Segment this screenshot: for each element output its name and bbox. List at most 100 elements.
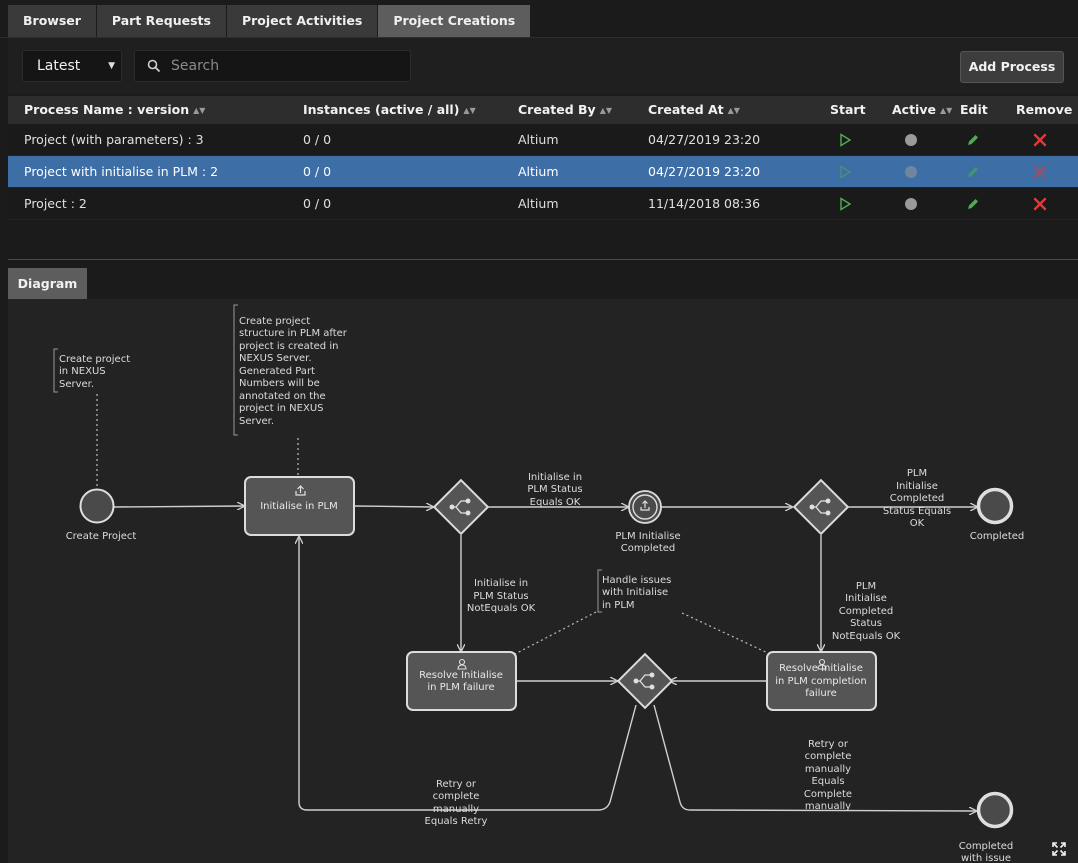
add-process-button[interactable]: Add Process xyxy=(960,51,1064,83)
diagram-canvas: Create project in NEXUS Server. Create p… xyxy=(8,299,1078,863)
edge-label-line: complete xyxy=(805,751,852,762)
table-row[interactable]: Project with initialise in PLM : 2 0 / 0… xyxy=(8,156,1078,188)
sort-icon: ▲▼ xyxy=(599,106,612,115)
header-remove: Remove xyxy=(1016,102,1073,117)
end-event-label: Completed xyxy=(970,531,1025,542)
association-line xyxy=(514,611,597,655)
remove-x-icon[interactable] xyxy=(1033,133,1047,147)
task-label: in PLM completion xyxy=(775,676,867,687)
gateway-completed[interactable] xyxy=(792,478,850,536)
tab-diagram[interactable]: Diagram xyxy=(8,268,87,299)
annotation-create-structure: Create project structure in PLM after pr… xyxy=(239,316,348,427)
annotation-line: Create project xyxy=(59,354,130,365)
annotation-handle-issues: Handle issues with Initialise in PLM xyxy=(602,575,671,611)
edge-label-line: PLM Status xyxy=(527,484,582,495)
edge-label-line: NotEquals OK xyxy=(832,631,901,642)
sort-icon: ▲▼ xyxy=(193,106,206,115)
header-created-by[interactable]: Created By ▲▼ xyxy=(518,96,612,125)
edge-label-line: OK xyxy=(910,518,925,529)
edge-label-line: Initialise in xyxy=(474,578,528,589)
cell-process-name: Project (with parameters) : 3 xyxy=(24,132,204,147)
edge-label-line: manually xyxy=(805,801,851,812)
edge-label-line: PLM Status xyxy=(473,591,528,602)
caret-down-icon: ▼ xyxy=(108,61,115,71)
header-active[interactable]: Active ▲▼ xyxy=(892,96,952,125)
annotation-line: Handle issues xyxy=(602,575,671,586)
end-event-completed[interactable] xyxy=(976,487,1014,525)
edge-label-line: Equals xyxy=(811,776,844,787)
header-edit: Edit xyxy=(960,102,988,117)
pencil-icon[interactable] xyxy=(966,133,980,147)
annotation-line: in NEXUS xyxy=(59,366,106,377)
edge-label-complete-manually: Retry or complete manually Equals Comple… xyxy=(804,739,852,812)
cell-process-name: Project : 2 xyxy=(24,196,87,211)
annotation-line: with Initialise xyxy=(602,587,668,598)
start-event-label: Create Project xyxy=(66,531,137,542)
edge-label-line: Equals OK xyxy=(530,497,581,508)
play-icon[interactable] xyxy=(838,165,852,179)
tab-project-creations[interactable]: Project Creations xyxy=(378,5,532,37)
gateway-retry[interactable] xyxy=(616,652,674,710)
tab-browser[interactable]: Browser xyxy=(8,5,97,37)
annotation-line: Numbers will be xyxy=(239,378,320,389)
flow-line xyxy=(353,506,433,507)
active-status-dot-icon xyxy=(905,134,917,146)
version-select[interactable]: Latest ▼ xyxy=(22,50,122,82)
edge-label-line: Status xyxy=(850,618,882,629)
cell-created-by: Altium xyxy=(518,132,559,147)
cell-instances: 0 / 0 xyxy=(303,132,332,147)
remove-x-icon[interactable] xyxy=(1033,197,1047,211)
intermediate-event-plm-completed[interactable] xyxy=(628,490,662,524)
end-event-completed-with-issue[interactable] xyxy=(976,791,1014,829)
table-row[interactable]: Project : 2 0 / 0 Altium 11/14/2018 08:3… xyxy=(8,188,1078,220)
edge-label-status-ok: Initialise in PLM Status Equals OK xyxy=(527,472,582,508)
edge-label-completed-not-ok: PLM Initialise Completed Status NotEqual… xyxy=(832,581,901,642)
event-label: PLM Initialise xyxy=(615,531,680,542)
task-label: Initialise in PLM xyxy=(260,501,338,512)
tab-project-activities[interactable]: Project Activities xyxy=(226,5,379,37)
start-event[interactable] xyxy=(79,488,115,524)
pencil-icon[interactable] xyxy=(966,197,980,211)
sort-icon: ▲▼ xyxy=(463,106,476,115)
section-divider xyxy=(8,259,1078,260)
edge-label-line: Completed xyxy=(890,493,945,504)
task-label: failure xyxy=(805,688,837,699)
table-header: Process Name : version ▲▼ Instances (acti… xyxy=(8,96,1078,124)
header-created-at[interactable]: Created At ▲▼ xyxy=(648,96,740,125)
fullscreen-expand-icon[interactable] xyxy=(1052,842,1066,856)
edge-label-line: Equals Retry xyxy=(425,816,488,827)
header-instances-label: Instances (active / all) xyxy=(303,102,460,117)
gateway-diamond xyxy=(432,478,490,536)
search-input[interactable] xyxy=(171,51,401,81)
end-event-label: Completed xyxy=(959,841,1014,852)
bpmn-diagram: Create project in NEXUS Server. Create p… xyxy=(53,304,1025,863)
header-instances[interactable]: Instances (active / all) ▲▼ xyxy=(303,96,476,125)
sort-icon: ▲▼ xyxy=(939,106,953,115)
search-box xyxy=(134,50,411,82)
play-icon[interactable] xyxy=(838,133,852,147)
annotation-line: Generated Part xyxy=(239,366,315,377)
edge-label-line: Retry or xyxy=(436,779,477,790)
tab-part-requests[interactable]: Part Requests xyxy=(96,5,227,37)
gateway-status[interactable] xyxy=(432,478,490,536)
gateway-diamond xyxy=(616,652,674,710)
annotation-line: project in NEXUS xyxy=(239,403,324,414)
cell-created-by: Altium xyxy=(518,164,559,179)
table-row[interactable]: Project (with parameters) : 3 0 / 0 Alti… xyxy=(8,124,1078,156)
edge-label-line: Completed xyxy=(839,606,894,617)
version-select-value: Latest xyxy=(37,58,81,74)
task-resolve-initialise[interactable] xyxy=(406,651,517,711)
pencil-icon[interactable] xyxy=(966,165,980,179)
remove-x-icon[interactable] xyxy=(1033,165,1047,179)
flow-line xyxy=(112,506,244,507)
edge-label-line: Initialise in xyxy=(528,472,582,483)
edge-label-line: Initialise xyxy=(896,481,938,492)
annotation-line: structure in PLM after xyxy=(239,328,348,339)
cell-created-at: 04/27/2019 23:20 xyxy=(648,132,761,147)
header-process-name[interactable]: Process Name : version ▲▼ xyxy=(24,96,205,125)
sort-icon: ▲▼ xyxy=(727,106,740,115)
top-tabs: Browser Part Requests Project Activities… xyxy=(8,5,532,37)
edge-label-line: PLM xyxy=(856,581,876,592)
annotation-bracket xyxy=(233,304,238,436)
play-icon[interactable] xyxy=(838,197,852,211)
